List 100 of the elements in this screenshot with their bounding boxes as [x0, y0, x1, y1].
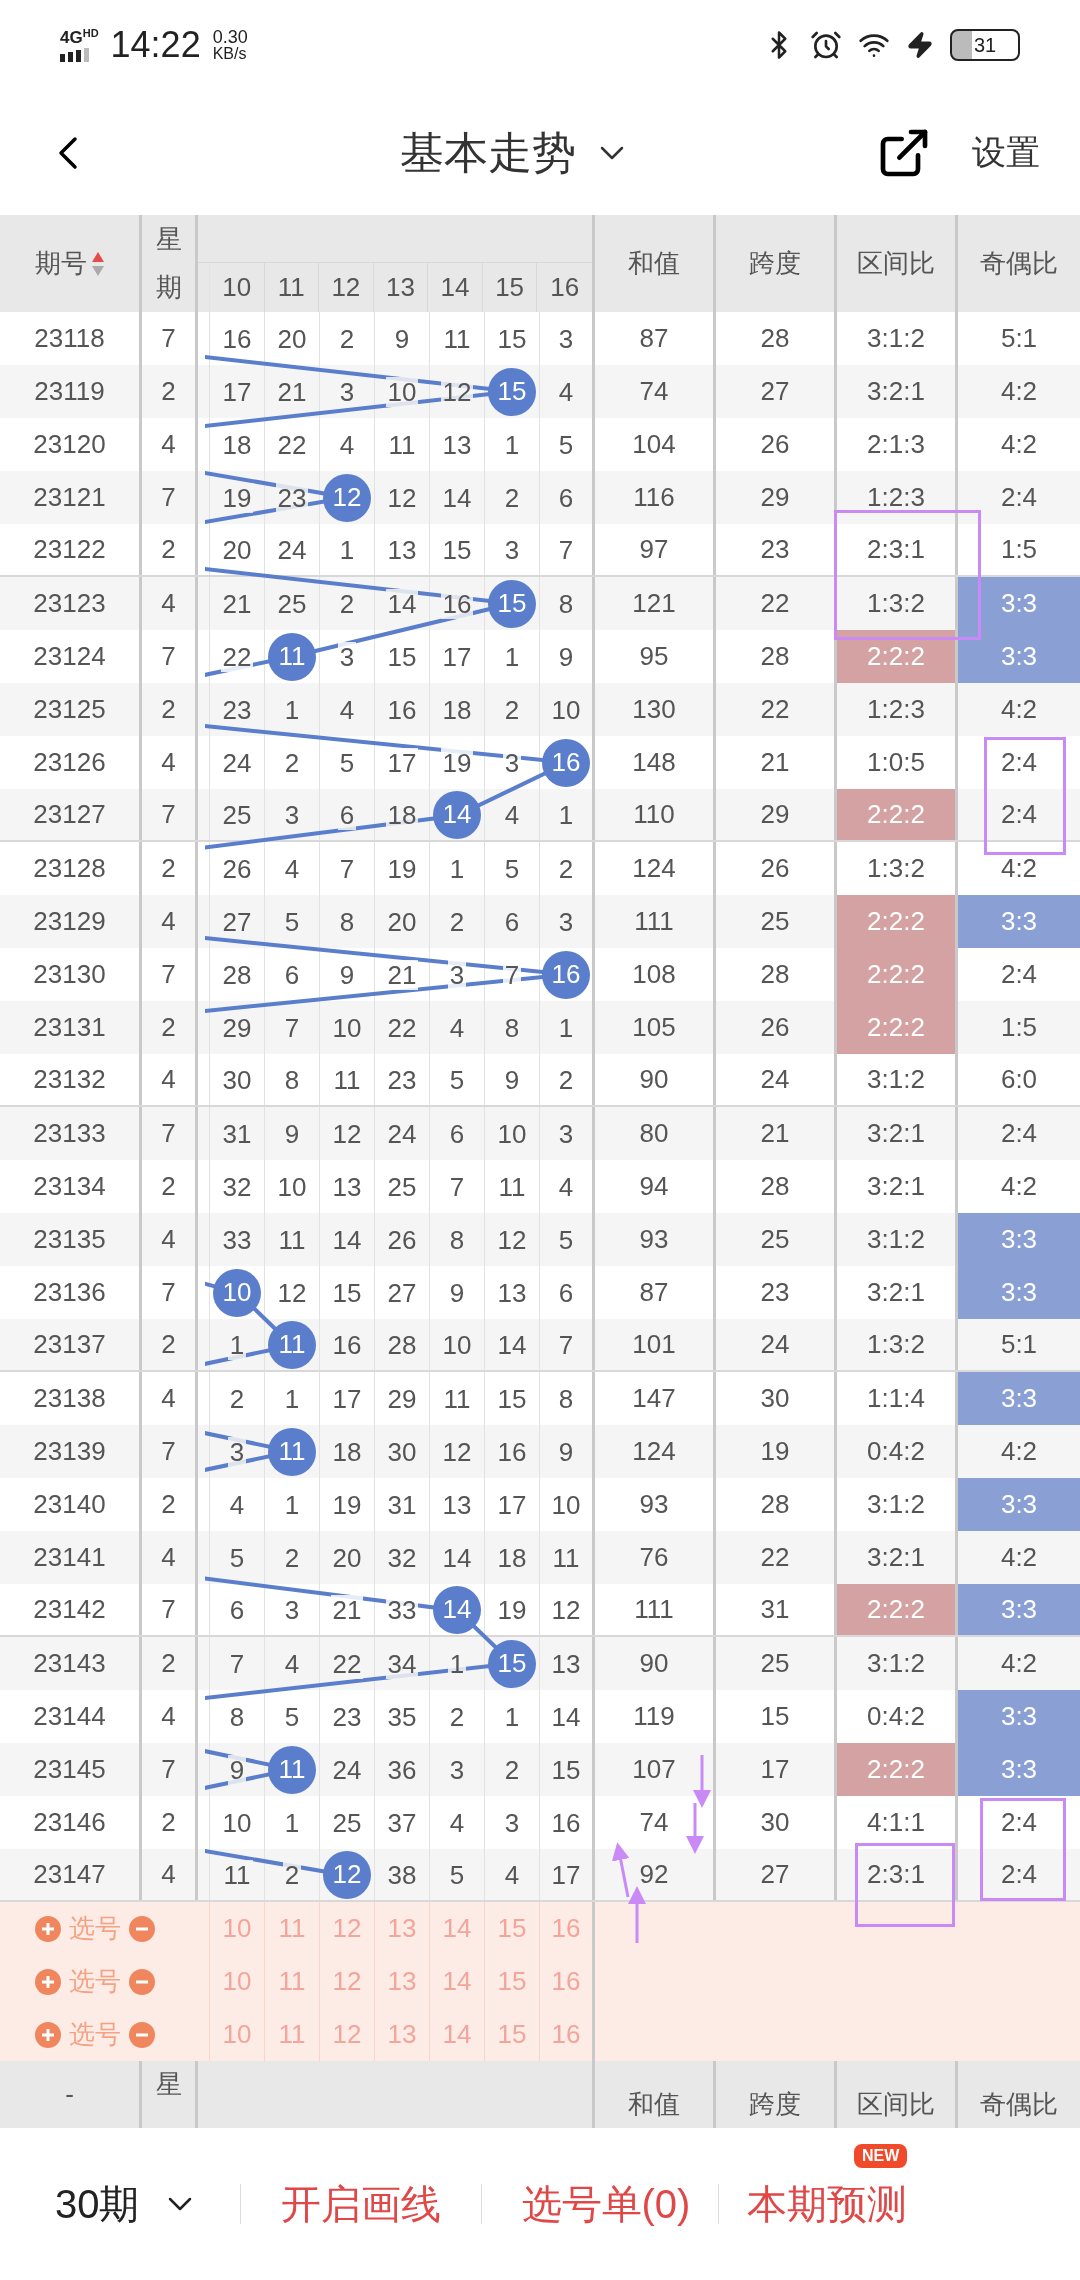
plus-icon[interactable] [35, 2021, 61, 2048]
plus-icon[interactable] [35, 1915, 61, 1942]
period-cell-text: 23139 [33, 1435, 106, 1468]
weekday-cell-text: 2 [161, 1011, 176, 1044]
period-cell-text: 23142 [33, 1593, 106, 1626]
number-header: 11 [277, 271, 305, 304]
pick-list-button[interactable]: 选号单(0) [521, 2174, 691, 2234]
parity-ratio: 1:5 [1000, 533, 1038, 566]
column-header[interactable]: 期号 [34, 244, 87, 283]
period-cell-text: 23143 [33, 1647, 106, 1680]
pick-number[interactable]: 11 [278, 1909, 306, 1948]
column-header: 跨度 [749, 2088, 801, 2121]
settings-button[interactable]: 设置 [972, 127, 1040, 178]
pick-number[interactable]: 13 [387, 1962, 417, 2001]
pick-number[interactable]: 11 [278, 1962, 306, 2001]
pick-number[interactable]: 13 [387, 2015, 417, 2054]
weekday-cell-text: 7 [161, 798, 176, 831]
pick-number[interactable]: 16 [551, 1962, 581, 2001]
miss-count: 21 [385, 959, 419, 990]
weekday-cell-text: 7 [161, 640, 176, 673]
span-cell-text: 28 [760, 958, 790, 991]
period-cell-text: 23133 [33, 1117, 106, 1150]
parity-ratio: 4:2 [1000, 693, 1038, 726]
zone-ratio: 4:1:1 [867, 1806, 925, 1839]
minus-icon[interactable] [129, 1968, 155, 1995]
period-cell-text: 23137 [33, 1328, 106, 1361]
parity-ratio: 5:1 [1000, 1328, 1038, 1361]
number-header: 15 [495, 271, 525, 304]
pick-number[interactable]: 13 [387, 1909, 417, 1948]
span-cell-text: 22 [760, 1541, 790, 1574]
period-cell-text: 23123 [33, 587, 106, 620]
annotation-arrow [611, 1842, 630, 1898]
period-cell-text: 23145 [33, 1753, 106, 1786]
parity-ratio: 3:3 [1000, 1276, 1038, 1309]
sum-cell-text: 147 [632, 1382, 676, 1415]
zone-ratio: 2:3:1 [867, 533, 925, 566]
span-cell-text: 28 [760, 322, 790, 355]
miss-count: 23 [275, 482, 309, 513]
alarm-icon [810, 29, 842, 61]
parity-ratio: 3:3 [1000, 1700, 1038, 1733]
zone-ratio: 1:2:3 [867, 693, 925, 726]
parity-ratio: 3:3 [1000, 905, 1038, 938]
pick-number[interactable]: 10 [222, 2015, 252, 2054]
pick-number[interactable]: 15 [497, 2015, 527, 2054]
span-cell-text: 28 [760, 640, 790, 673]
pick-label: 选号 [69, 1912, 121, 1945]
weekday-cell-text: 4 [161, 1541, 176, 1574]
parity-ratio: 5:1 [1000, 322, 1038, 355]
predict-button[interactable]: 本期预测 [747, 2174, 908, 2234]
sum-cell-text: 121 [632, 587, 676, 620]
pick-number[interactable]: 14 [442, 1962, 472, 2001]
title-dropdown[interactable]: 基本走势 [400, 119, 632, 186]
period-cell-text: 23140 [33, 1488, 106, 1521]
new-badge: NEW [854, 2144, 908, 2168]
pick-number[interactable]: 10 [222, 1962, 252, 2001]
period-dropdown[interactable]: 30期 [55, 2174, 200, 2234]
pick-number[interactable]: 16 [551, 1909, 581, 1948]
span-cell-text: 27 [760, 1858, 790, 1891]
weekday-cell-text: 7 [161, 322, 176, 355]
column-header: 奇偶比 [980, 247, 1058, 280]
pick-number[interactable]: 12 [332, 1909, 362, 1948]
parity-ratio: 2:4 [1000, 1117, 1038, 1150]
pick-number[interactable]: 12 [332, 1962, 362, 2001]
span-cell-text: 26 [760, 428, 790, 461]
period-cell-text: 23124 [33, 640, 106, 673]
pick-number[interactable]: 11 [278, 2015, 306, 2054]
pick-number[interactable]: 15 [497, 1962, 527, 2001]
zone-ratio: 1:0:5 [867, 746, 925, 779]
period-cell-text: 23141 [33, 1541, 106, 1574]
parity-ratio: 2:4 [1000, 481, 1038, 514]
weekday-cell-text: 4 [161, 1700, 176, 1733]
minus-icon[interactable] [129, 2021, 155, 2048]
weekday-cell-text: 4 [161, 1063, 176, 1096]
zone-ratio: 3:2:1 [867, 1170, 925, 1203]
number-header: 13 [386, 271, 415, 304]
zone-ratio: 3:1:2 [867, 1223, 925, 1256]
span-cell-text: 31 [760, 1593, 790, 1626]
period-cell-text: 23127 [33, 798, 106, 831]
parity-ratio: 2:4 [1000, 746, 1038, 779]
minus-icon[interactable] [129, 1915, 155, 1942]
pick-number[interactable]: 14 [442, 2015, 472, 2054]
span-cell-text: 24 [760, 1328, 790, 1361]
zone-ratio: 1:3:2 [867, 1328, 925, 1361]
miss-count: 3 [227, 1436, 247, 1467]
pick-number[interactable]: 12 [332, 2015, 362, 2054]
pick-number[interactable]: 16 [551, 2015, 581, 2054]
column-header: 和值 [628, 247, 680, 280]
pick-number[interactable]: 14 [442, 1909, 472, 1948]
draw-lines-button[interactable]: 开启画线 [280, 2174, 441, 2234]
parity-ratio: 3:3 [1000, 1593, 1038, 1626]
column-header: 和值 [628, 2088, 680, 2121]
pick-number[interactable]: 15 [497, 1909, 527, 1948]
sum-cell-text: 105 [632, 1011, 676, 1044]
sort-icon[interactable] [90, 250, 105, 277]
span-cell-text: 29 [760, 798, 790, 831]
number-header: 16 [550, 271, 580, 304]
pick-number[interactable]: 10 [222, 1909, 252, 1948]
parity-ratio: 2:4 [1000, 1858, 1038, 1891]
plus-icon[interactable] [35, 1968, 61, 1995]
period-cell-text: 23118 [34, 322, 105, 355]
